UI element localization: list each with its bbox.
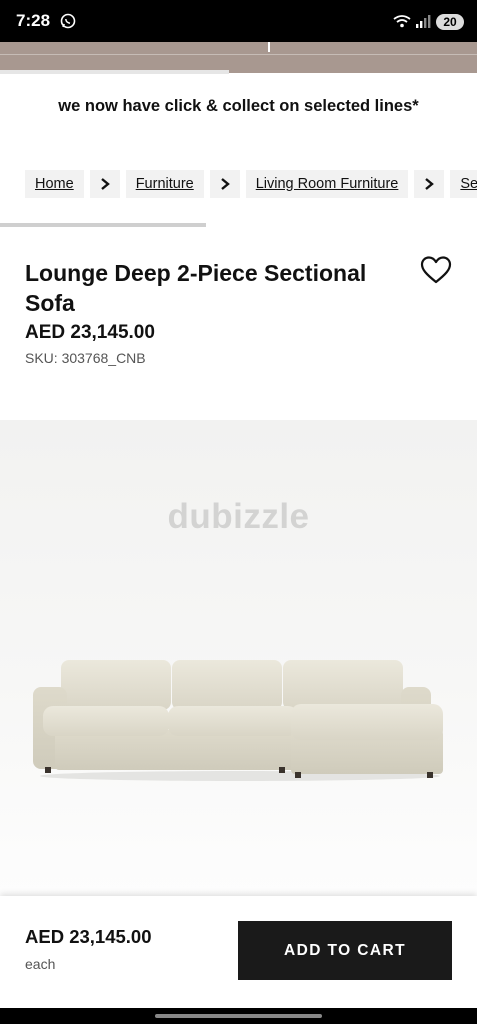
breadcrumb-furniture[interactable]: Furniture — [125, 170, 204, 198]
promo-divider — [268, 42, 270, 52]
breadcrumb: Home Furniture Living Room Furniture Se — [25, 170, 477, 198]
breadcrumb-living-room-furniture[interactable]: Living Room Furniture — [245, 170, 409, 198]
dubizzle-watermark: dubizzle — [167, 497, 310, 536]
promo-message: we now have click & collect on selected … — [58, 97, 419, 115]
add-to-cart-button[interactable]: ADD TO CART — [238, 921, 452, 980]
chevron-right-icon — [414, 170, 445, 198]
promo-banner-strip — [0, 42, 477, 73]
product-sku: SKU: 303768_CNB — [25, 350, 146, 366]
battery-icon: 20 — [436, 14, 464, 30]
chevron-right-icon — [89, 170, 120, 198]
sofa-image — [33, 660, 443, 781]
product-title: Lounge Deep 2-Piece Sectional Sofa — [25, 260, 367, 316]
cart-bar: AED 23,145.00 each ADD TO CART — [0, 896, 477, 1008]
status-bar: 7:28 20 — [0, 0, 477, 42]
product-price: AED 23,145.00 — [25, 322, 155, 343]
home-gesture-handle[interactable] — [155, 1014, 322, 1018]
chevron-right-icon — [209, 170, 240, 198]
wifi-icon — [393, 15, 411, 28]
system-nav-bar — [0, 1008, 477, 1024]
breadcrumb-sectionals[interactable]: Se — [450, 170, 477, 198]
breadcrumb-home[interactable]: Home — [25, 170, 84, 198]
cart-bar-unit: each — [25, 956, 56, 972]
promo-divider-line — [0, 54, 477, 55]
promo-slider-indicator — [0, 70, 229, 74]
heart-icon[interactable] — [420, 255, 452, 285]
whatsapp-icon — [60, 13, 76, 29]
signal-icon — [416, 15, 431, 28]
cart-bar-price: AED 23,145.00 — [25, 926, 152, 947]
breadcrumb-scrollbar[interactable] — [0, 223, 206, 227]
status-time: 7:28 — [16, 11, 51, 30]
